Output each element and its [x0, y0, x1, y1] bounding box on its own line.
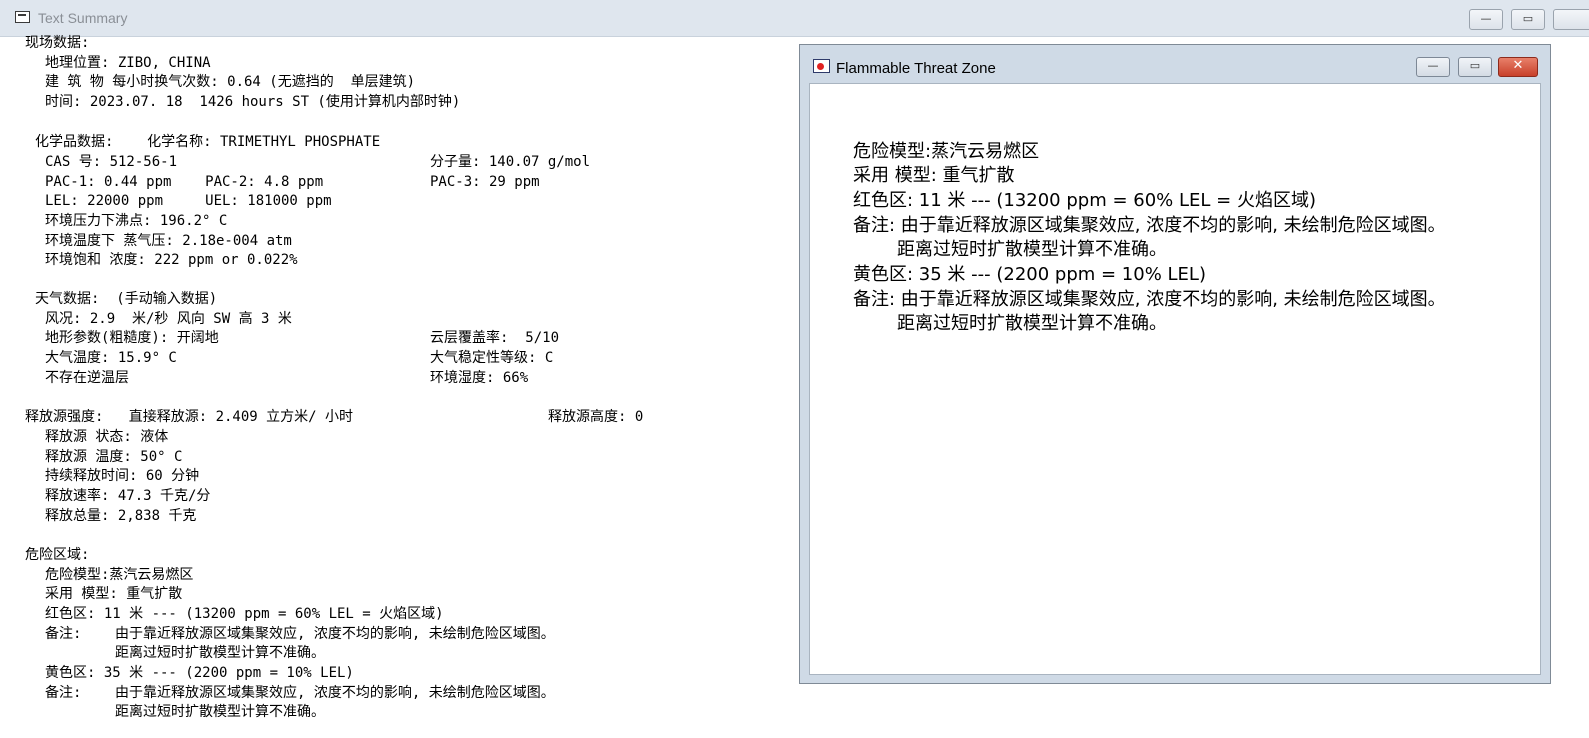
building-line: 建 筑 物 每小时换气次数: 0.64 (无遮挡的 单层建筑) — [45, 74, 416, 90]
threat-zone-title: Flammable Threat Zone — [836, 60, 996, 77]
close-icon: ✕ — [1512, 58, 1524, 73]
release-rate-line: 释放速率: 47.3 千克/分 — [45, 488, 211, 504]
cloud-cover-line: 云层覆盖率: 5/10 — [430, 330, 560, 346]
note-label: 备注: — [45, 685, 82, 701]
molweight-line: 分子量: 140.07 g/mol — [430, 154, 591, 170]
note-text: 备注: 由于靠近释放源区域集聚效应, 浓度不均的影响, 未绘制危险区域图。 — [853, 215, 1446, 236]
threat-zone-window[interactable]: Flammable Threat Zone — ▭ ✕ 危险模型:蒸汽云易燃区 … — [799, 44, 1551, 684]
minimize-button[interactable]: — — [1469, 9, 1503, 30]
threat-model-text: 危险模型:蒸汽云易燃区 — [853, 141, 1040, 162]
note-continuation-text: 距离过短时扩散模型计算不准确。 — [897, 239, 1167, 260]
minimize-icon: — — [1480, 12, 1492, 25]
child-maximize-button[interactable]: ▭ — [1458, 57, 1492, 77]
pac-line: PAC-1: 0.44 ppm PAC-2: 4.8 ppm — [45, 174, 324, 190]
weather-header: 天气数据: (手动输入数据) — [35, 291, 218, 307]
child-minimize-button[interactable]: — — [1416, 57, 1450, 77]
source-state-line: 释放源 状态: 液体 — [45, 429, 169, 445]
location-line: 地理位置: ZIBO, CHINA — [45, 55, 211, 71]
site-data-header: 现场数据: — [25, 35, 90, 51]
red-zone-text: 红色区: 11 米 --- (13200 ppm = 60% LEL = 火焰区… — [853, 190, 1316, 211]
main-title-bar[interactable]: Text Summary — ▭ — [0, 0, 1589, 37]
boiling-point-line: 环境压力下沸点: 196.2° C — [45, 213, 228, 229]
text-summary-icon — [15, 11, 30, 23]
pac3-line: PAC-3: 29 ppm — [430, 174, 540, 190]
maximize-icon: ▭ — [1522, 12, 1534, 25]
vapor-pressure-line: 环境温度下 蒸气压: 2.18e-004 atm — [45, 233, 292, 249]
child-close-button[interactable]: ✕ — [1498, 57, 1538, 77]
model-line: 采用 模型: 重气扩散 — [45, 586, 183, 602]
saturation-line: 环境饱和 浓度: 222 ppm or 0.022% — [45, 252, 298, 268]
model-text: 采用 模型: 重气扩散 — [853, 165, 1015, 186]
source-temp-line: 释放源 温度: 50° C — [45, 449, 183, 465]
minimize-icon: — — [1427, 59, 1439, 72]
note-continuation: 距离过短时扩散模型计算不准确。 — [115, 645, 325, 661]
yellow-zone-line: 黄色区: 35 米 --- (2200 ppm = 10% LEL) — [45, 665, 354, 681]
window-title: Text Summary — [38, 10, 128, 26]
maximize-icon: ▭ — [1469, 59, 1481, 72]
note-continuation-text: 距离过短时扩散模型计算不准确。 — [897, 313, 1167, 334]
duration-line: 持续释放时间: 60 分钟 — [45, 468, 200, 484]
text-summary-content: 现场数据: 地理位置: ZIBO, CHINA 建 筑 物 每小时换气次数: 0… — [0, 35, 800, 738]
chemical-header: 化学品数据: 化学名称: TRIMETHYL PHOSPHATE — [35, 134, 381, 150]
threat-model-line: 危险模型:蒸汽云易燃区 — [45, 567, 194, 583]
air-temp-line: 大气温度: 15.9° C — [45, 350, 177, 366]
humidity-line: 环境湿度: 66% — [430, 370, 529, 386]
stability-line: 大气稳定性等级: C — [430, 350, 554, 366]
yellow-zone-text: 黄色区: 35 米 --- (2200 ppm = 10% LEL) — [853, 264, 1206, 285]
note-continuation: 距离过短时扩散模型计算不准确。 — [115, 704, 325, 720]
note-text: 备注: 由于靠近释放源区域集聚效应, 浓度不均的影响, 未绘制危险区域图。 — [853, 289, 1446, 310]
note-label: 备注: — [45, 626, 82, 642]
maximize-button[interactable]: ▭ — [1511, 9, 1545, 30]
threat-zone-header: 危险区域: — [25, 547, 90, 563]
cas-line: CAS 号: 512-56-1 — [45, 154, 178, 170]
threat-zone-title-bar[interactable]: Flammable Threat Zone — ▭ ✕ — [800, 45, 1550, 83]
threat-zone-client: 危险模型:蒸汽云易燃区 采用 模型: 重气扩散 红色区: 11 米 --- (1… — [809, 83, 1541, 675]
wind-line: 风况: 2.9 米/秒 风向 SW 高 3 米 — [45, 311, 292, 327]
source-height-line: 释放源高度: 0 — [548, 409, 644, 425]
total-release-line: 释放总量: 2,838 千克 — [45, 508, 197, 524]
note-line: 由于靠近释放源区域集聚效应, 浓度不均的影响, 未绘制危险区域图。 — [115, 685, 555, 701]
terrain-line: 地形参数(粗糙度): 开阔地 — [45, 330, 219, 346]
close-button[interactable] — [1553, 9, 1589, 30]
flammable-zone-icon — [813, 59, 830, 73]
source-header: 释放源强度: 直接释放源: 2.409 立方米/ 小时 — [25, 409, 354, 425]
lel-line: LEL: 22000 ppm UEL: 181000 ppm — [45, 193, 332, 209]
time-line: 时间: 2023.07. 18 1426 hours ST (使用计算机内部时钟… — [45, 94, 461, 110]
note-line: 由于靠近释放源区域集聚效应, 浓度不均的影响, 未绘制危险区域图。 — [115, 626, 555, 642]
inversion-line: 不存在逆温层 — [45, 370, 129, 386]
red-zone-line: 红色区: 11 米 --- (13200 ppm = 60% LEL = 火焰区… — [45, 606, 444, 622]
